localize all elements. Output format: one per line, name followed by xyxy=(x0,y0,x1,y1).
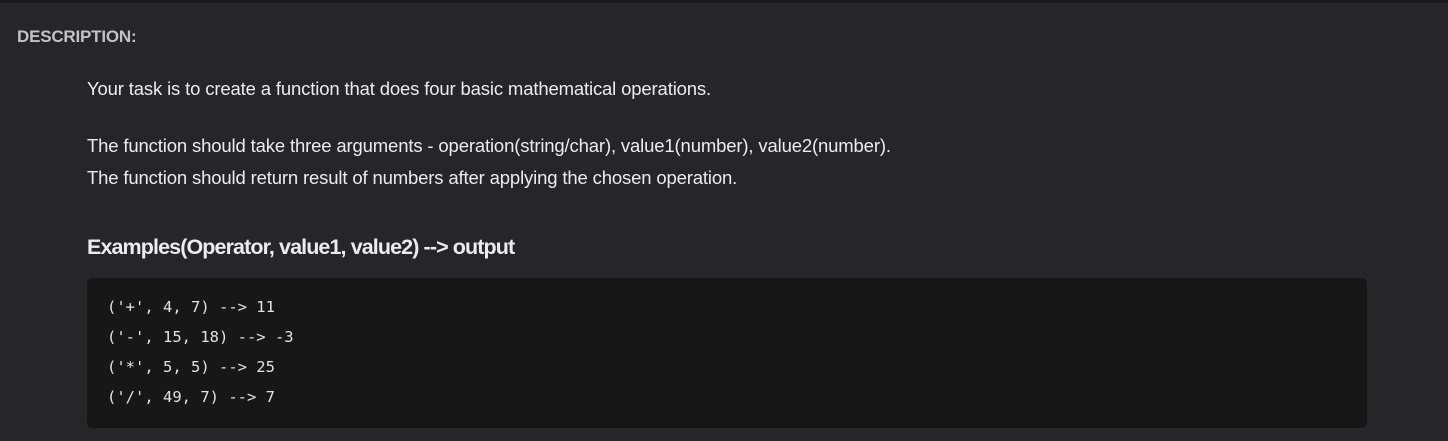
description-label: DESCRIPTION: xyxy=(17,27,137,46)
code-line: ('*', 5, 5) --> 25 xyxy=(107,358,275,376)
examples-heading: Examples(Operator, value1, value2) --> o… xyxy=(87,235,515,259)
code-block[interactable]: ('+', 4, 7) --> 11 ('-', 15, 18) --> -3 … xyxy=(87,278,1367,428)
code-line: ('-', 15, 18) --> -3 xyxy=(107,328,294,346)
description-paragraph: The function should return result of num… xyxy=(87,167,738,188)
code-line: ('/', 49, 7) --> 7 xyxy=(107,388,275,406)
description-panel: DESCRIPTION: Your task is to create a fu… xyxy=(0,0,1448,441)
description-paragraph: The function should take three arguments… xyxy=(87,135,891,156)
code-line: ('+', 4, 7) --> 11 xyxy=(107,298,275,316)
description-paragraph: Your task is to create a function that d… xyxy=(87,78,712,99)
